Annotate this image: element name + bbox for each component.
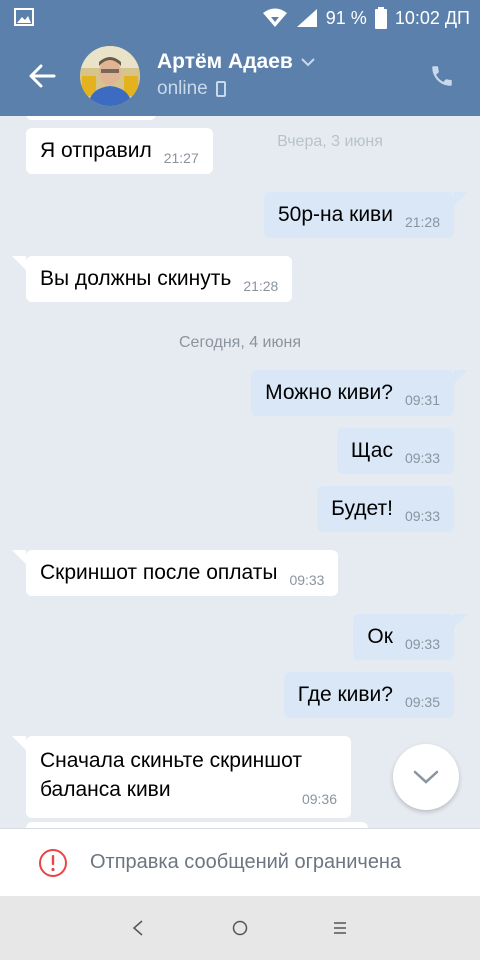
message-incoming[interactable]: Я отправил 21:27: [26, 128, 213, 174]
wifi-icon: [262, 8, 287, 27]
message-text: 50р-на киви: [278, 203, 393, 226]
bubble-tail: [12, 736, 26, 750]
message-time: 21:27: [163, 150, 199, 166]
status-time: 10:02 ДП: [394, 7, 470, 28]
message-incoming[interactable]: Скриншот после оплаты 09:33: [26, 550, 339, 596]
phone-icon: [432, 66, 452, 86]
battery-percent: 91 %: [325, 7, 367, 28]
signal-icon: [296, 9, 317, 27]
bubble-tail: [454, 370, 468, 384]
message-incoming[interactable]: Вы должны скинуть 21:28: [26, 256, 293, 302]
back-button[interactable]: [20, 54, 64, 98]
message-time: 09:33: [404, 450, 440, 466]
message-time: 09:33: [289, 572, 325, 588]
menu-lines-icon: [334, 922, 346, 934]
nav-menu-button[interactable]: [324, 912, 356, 944]
gallery-notification-icon: [14, 8, 34, 26]
chevron-down-icon: [301, 58, 315, 67]
message-outgoing[interactable]: 50р-на киви 21:28: [264, 192, 454, 238]
bubble-tail: [12, 256, 26, 270]
message-time: 09:35: [404, 694, 440, 710]
avatar-photo: [80, 46, 140, 106]
message-time: 09:33: [404, 508, 440, 524]
nav-back-button[interactable]: [122, 912, 154, 944]
message-outgoing[interactable]: Ок 09:33: [353, 614, 454, 660]
message-text: Можно киви?: [265, 381, 393, 404]
message-outgoing[interactable]: Щас 09:33: [336, 428, 454, 474]
nav-home-button[interactable]: [224, 912, 256, 944]
message-incoming[interactable]: Сначала скиньте скриншот баланса киви 09…: [26, 736, 351, 818]
message-text: Будет!: [331, 497, 393, 520]
message-outgoing[interactable]: Можно киви? 09:31: [251, 370, 454, 416]
bubble-tail: [454, 192, 468, 206]
message-time: 21:28: [243, 278, 279, 294]
chat-header: Артём Адаев online: [0, 36, 480, 116]
message-text: Где киви?: [297, 683, 393, 706]
message-text: Я отправил: [40, 139, 152, 162]
call-button[interactable]: [422, 56, 462, 96]
contact-name-button[interactable]: Артём Адаев: [157, 50, 315, 74]
message-text-line: Сначала скиньте скриншот: [40, 749, 302, 772]
bubble-tail: [12, 550, 26, 564]
date-separator: Сегодня, 4 июня: [179, 334, 301, 351]
message-time: 21:28: [404, 214, 440, 230]
online-status: online: [157, 78, 208, 99]
message-time: 09:36: [301, 791, 337, 808]
message-time: 09:33: [404, 636, 440, 652]
contact-name: Артём Адаев: [157, 50, 293, 73]
message-outgoing[interactable]: Будет! 09:33: [317, 486, 454, 532]
warning-icon: [39, 848, 67, 877]
restricted-text: Отправка сообщений ограничена: [90, 851, 402, 873]
avatar[interactable]: [80, 46, 140, 106]
message-text-line: баланса киви: [40, 778, 171, 802]
messaging-restricted-bar: Отправка сообщений ограничена: [0, 828, 480, 896]
scroll-down-button[interactable]: [393, 744, 459, 810]
message-text: Ок: [367, 625, 393, 648]
battery-icon: [374, 7, 387, 29]
home-circle-icon: [232, 920, 248, 936]
message-text: Щас: [350, 439, 393, 462]
back-triangle-icon: [132, 920, 143, 936]
mobile-device-icon: [215, 81, 226, 97]
navigation-bar: [0, 896, 480, 960]
status-bar: 91 % 10:02 ДП: [0, 0, 480, 36]
message-time: 09:31: [404, 392, 440, 408]
message-outgoing[interactable]: Где киви? 09:35: [283, 672, 454, 718]
message-list[interactable]: Вчера, 3 июня Я отправил 21:27 50р-на ки…: [0, 116, 480, 828]
message-text: Вы должны скинуть: [40, 267, 232, 290]
chevron-down-icon: [413, 770, 439, 784]
bubble-tail: [454, 614, 468, 628]
message-text: Скриншот после оплаты: [40, 561, 278, 584]
message-partial: [26, 116, 156, 120]
arrow-left-icon: [29, 64, 56, 88]
